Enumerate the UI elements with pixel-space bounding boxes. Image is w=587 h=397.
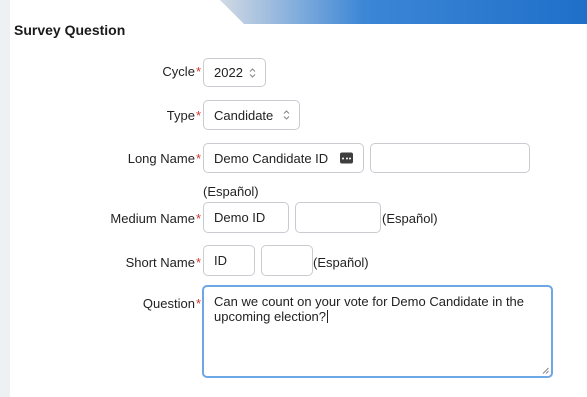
- required-mark: *: [195, 211, 201, 226]
- long-name-spanish-label: (Español): [203, 184, 259, 199]
- short-name-input[interactable]: ID: [203, 245, 255, 276]
- required-mark: *: [195, 255, 201, 270]
- resize-grip-icon[interactable]: [542, 367, 549, 374]
- survey-question-panel: Survey Question Cycle* 2022 Type* Candid…: [0, 0, 587, 397]
- required-mark: *: [195, 108, 201, 123]
- cycle-select[interactable]: 2022: [203, 58, 266, 87]
- question-label: Question*: [143, 296, 201, 311]
- required-mark: *: [195, 296, 201, 311]
- long-name-label: Long Name*: [128, 151, 201, 166]
- medium-name-label-text: Medium Name: [110, 211, 195, 226]
- type-label-text: Type: [166, 108, 195, 123]
- required-mark: *: [195, 64, 201, 79]
- question-textarea-value: Can we count on your vote for Demo Candi…: [214, 294, 525, 324]
- more-dots-icon[interactable]: [340, 152, 353, 164]
- page: Survey Question Cycle* 2022 Type* Candid…: [0, 0, 587, 397]
- short-name-spanish-label: (Español): [313, 255, 369, 270]
- medium-name-spanish-label: (Español): [382, 211, 438, 226]
- medium-name-input-value: Demo ID: [214, 210, 266, 225]
- long-name-input-value: Demo Candidate ID: [214, 150, 329, 166]
- type-select-value: Candidate: [214, 107, 274, 123]
- required-mark: *: [195, 151, 201, 166]
- medium-name-input[interactable]: Demo ID: [203, 202, 289, 233]
- question-label-text: Question: [142, 296, 195, 311]
- medium-name-label: Medium Name*: [110, 211, 201, 226]
- short-name-label: Short Name*: [126, 255, 201, 270]
- chevron-up-down-icon: [283, 110, 290, 120]
- type-select[interactable]: Candidate: [203, 100, 300, 130]
- short-name-label-text: Short Name: [125, 255, 195, 270]
- medium-name-spanish-input[interactable]: [295, 202, 381, 233]
- form-title: Survey Question: [14, 22, 126, 38]
- cycle-select-value: 2022: [214, 65, 243, 80]
- long-name-label-text: Long Name: [127, 151, 195, 166]
- cycle-label: Cycle*: [162, 64, 201, 79]
- short-name-spanish-input[interactable]: [261, 245, 313, 276]
- type-label: Type*: [167, 108, 201, 123]
- question-textarea[interactable]: Can we count on your vote for Demo Candi…: [202, 285, 553, 378]
- long-name-spanish-input[interactable]: [370, 143, 530, 173]
- left-strip: [0, 0, 10, 397]
- long-name-input[interactable]: Demo Candidate ID: [203, 143, 364, 173]
- text-caret: [327, 310, 329, 323]
- short-name-input-value: ID: [214, 253, 227, 268]
- cycle-label-text: Cycle: [162, 64, 195, 79]
- chevron-up-down-icon: [249, 67, 256, 78]
